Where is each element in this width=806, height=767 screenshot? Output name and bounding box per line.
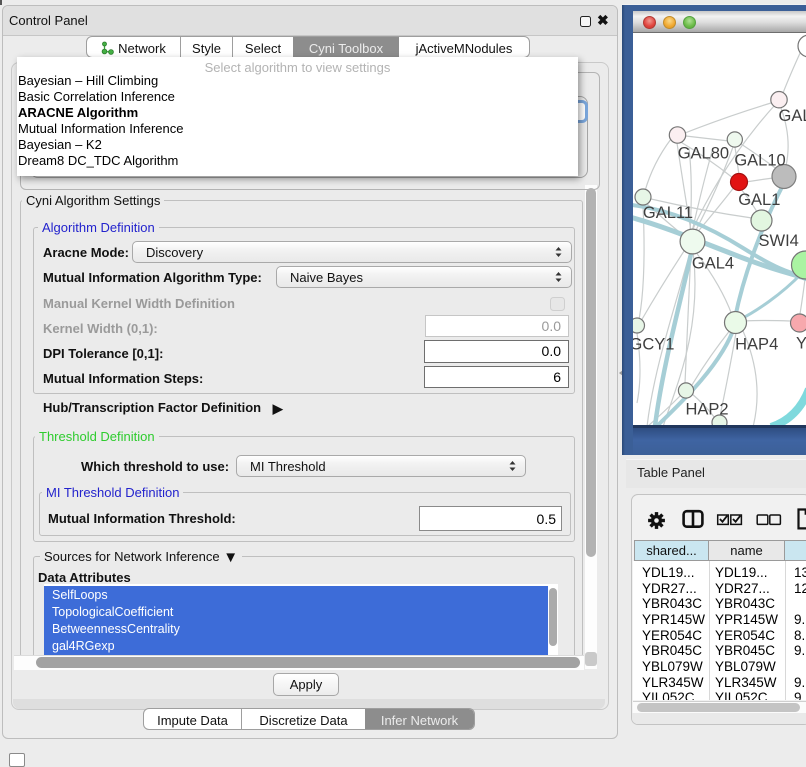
svg-text:GAL7: GAL7 bbox=[779, 107, 806, 125]
svg-text:GAL80: GAL80 bbox=[678, 145, 729, 163]
svg-text:HAP4: HAP4 bbox=[735, 336, 778, 354]
svg-text:GCY1: GCY1 bbox=[633, 336, 674, 354]
svg-text:GAL4: GAL4 bbox=[692, 255, 734, 273]
svg-text:GAL1: GAL1 bbox=[738, 191, 780, 209]
svg-text:GAL11: GAL11 bbox=[643, 204, 693, 222]
svg-text:HAP2: HAP2 bbox=[685, 401, 728, 419]
svg-text:SWI4: SWI4 bbox=[759, 232, 799, 250]
svg-text:GAL10: GAL10 bbox=[734, 152, 785, 170]
svg-text:YJ: YJ bbox=[796, 335, 806, 353]
